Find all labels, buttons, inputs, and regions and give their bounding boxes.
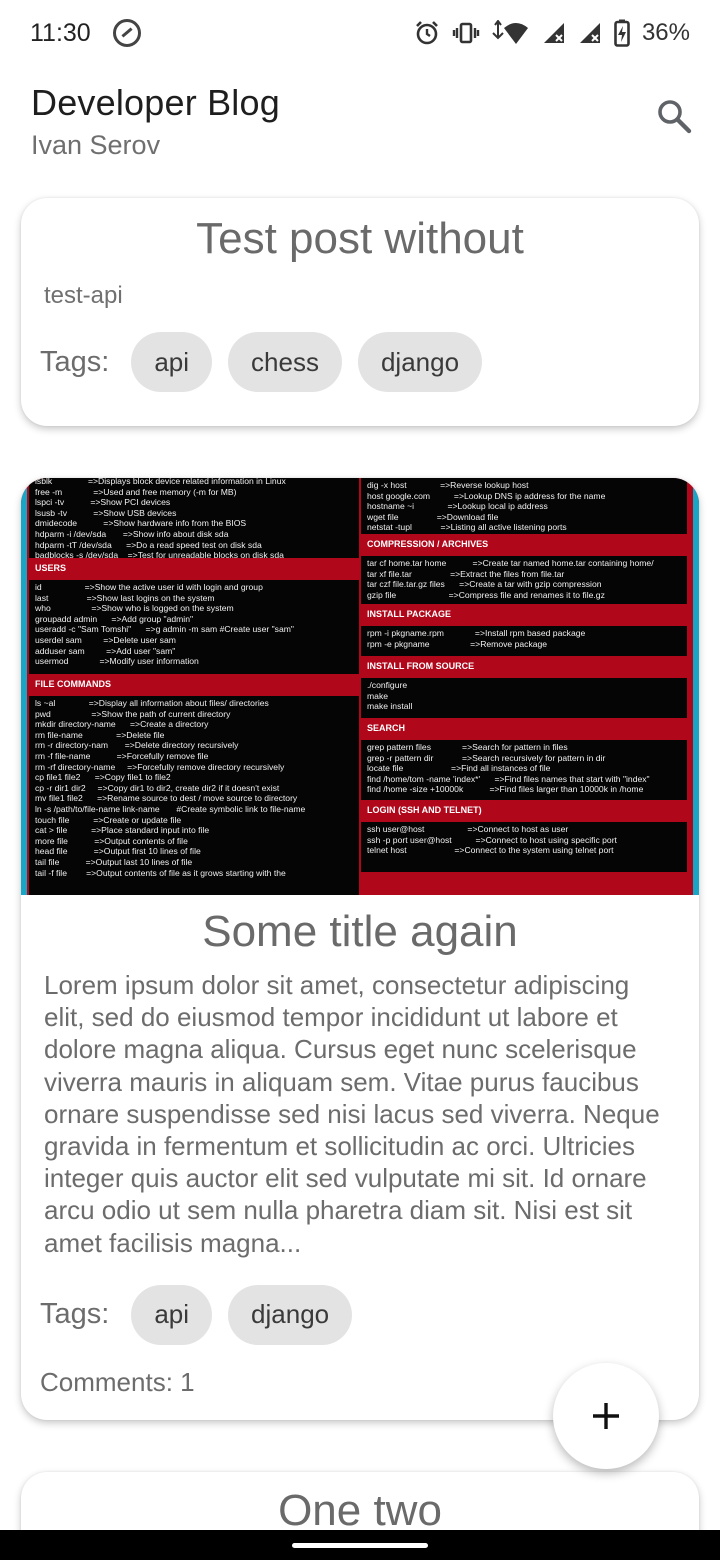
signal-icon (578, 21, 602, 45)
cheatsheet-heading: FILE COMMANDS (35, 679, 111, 689)
battery-charging-icon (614, 19, 630, 47)
status-time: 11:30 (30, 18, 91, 47)
cheatsheet-text: grep pattern files =>Search for pattern … (361, 740, 687, 800)
search-icon (658, 100, 692, 134)
tag-chip[interactable]: api (131, 332, 213, 392)
cheatsheet-text: ls ~al =>Display all information about f… (29, 696, 359, 895)
image-border (21, 478, 27, 895)
battery-percent: 36% (641, 19, 690, 46)
tag-chip[interactable]: django (228, 1284, 353, 1345)
tags-label: Tags: (40, 1298, 110, 1331)
cheatsheet-text: tar cf home.tar home =>Create tar named … (361, 556, 687, 604)
cheatsheet-right-column: dig -x host =>Reverse lookup host host g… (361, 478, 687, 872)
search-button[interactable] (654, 96, 694, 136)
cheatsheet-heading: USERS (35, 563, 67, 573)
post-slug: test-api (44, 282, 123, 309)
home-gesture-handle[interactable] (292, 1543, 428, 1548)
image-border (693, 478, 699, 895)
tags-row: Tags: api chess django (21, 332, 699, 392)
system-navigation-bar (0, 1530, 720, 1560)
add-post-button[interactable] (553, 1363, 659, 1469)
tags-label: Tags: (40, 345, 110, 378)
post-title: Test post without (196, 214, 524, 263)
cheatsheet-text: ./configure make make install (361, 678, 687, 718)
tag-chip[interactable]: django (357, 332, 483, 392)
post-title: One two (278, 1486, 442, 1535)
status-icons: 36% (414, 19, 690, 47)
cheatsheet-heading: INSTALL FROM SOURCE (367, 661, 475, 671)
wifi-icon (492, 20, 530, 46)
vibrate-icon (452, 21, 480, 45)
cheatsheet-text: lsblk =>Displays block device related in… (29, 478, 359, 560)
cheatsheet-text: ssh user@host =>Connect to host as user … (361, 822, 687, 872)
tag-chip[interactable]: api (131, 1284, 213, 1345)
app-notification-icon (112, 19, 141, 47)
cheatsheet-heading: COMPRESSION / ARCHIVES (367, 539, 489, 549)
cheatsheet-left-column: lsblk =>Displays block device related in… (29, 478, 359, 895)
post-card[interactable]: Test post without test-api Tags: api che… (21, 198, 699, 426)
tag-chip[interactable]: chess (228, 332, 342, 392)
post-title: Some title again (202, 907, 518, 956)
page-title: Developer Blog (31, 82, 280, 123)
app-bar: Developer Blog Ivan Serov (0, 66, 720, 186)
signal-icon (542, 21, 566, 45)
plus-icon (593, 1403, 619, 1429)
page-subtitle: Ivan Serov (31, 130, 161, 160)
post-card[interactable]: lsblk =>Displays block device related in… (21, 478, 699, 1420)
post-image: lsblk =>Displays block device related in… (21, 478, 699, 895)
cheatsheet-text: rpm -i pkgname.rpm =>Install rpm based p… (361, 626, 687, 656)
cheatsheet-text: id =>Show the active user id with login … (29, 580, 359, 674)
cheatsheet-heading: SEARCH (367, 723, 406, 733)
post-excerpt: Lorem ipsum dolor sit amet, consectetur … (44, 970, 660, 1258)
cheatsheet-text: dig -x host =>Reverse lookup host host g… (361, 478, 687, 534)
tags-row: Tags: api django (21, 1284, 699, 1345)
alarm-icon (414, 20, 440, 46)
status-bar: 11:30 36% (0, 0, 720, 66)
cheatsheet-heading: LOGIN (SSH AND TELNET) (367, 805, 482, 815)
cheatsheet-heading: INSTALL PACKAGE (367, 609, 452, 619)
